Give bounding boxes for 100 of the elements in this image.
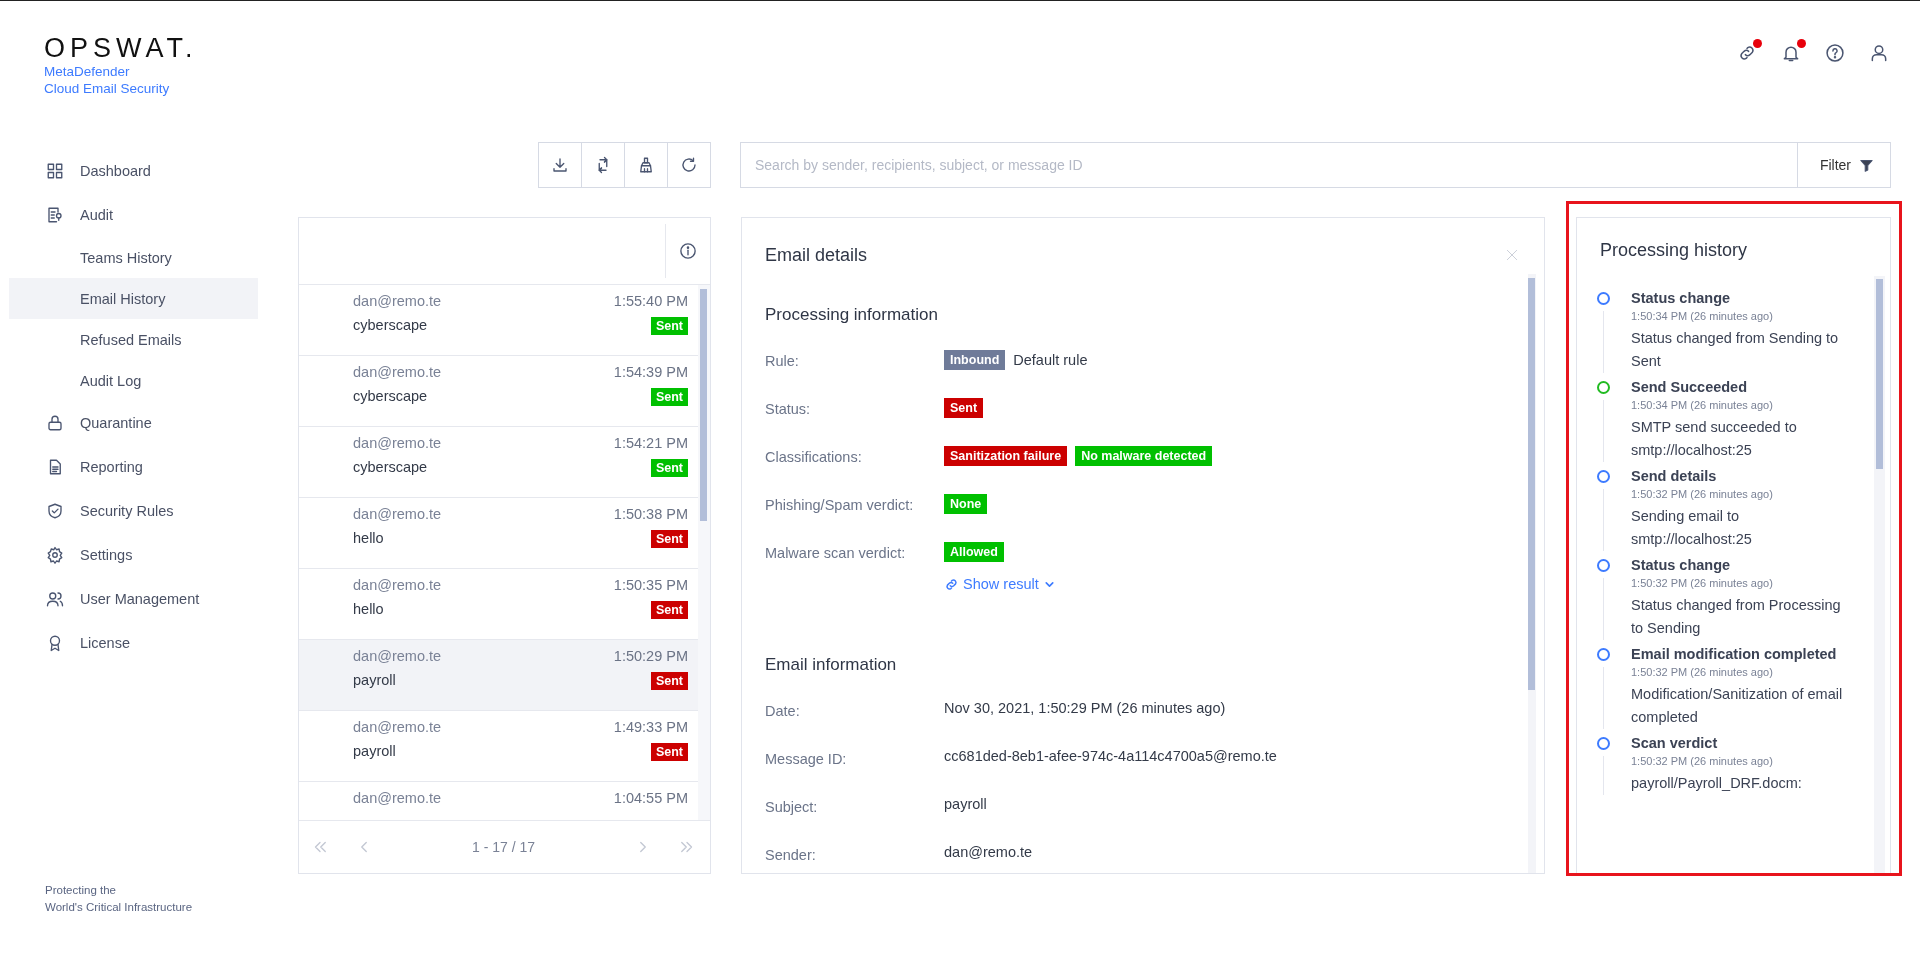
event-time: 1:50:32 PM (26 minutes ago): [1631, 754, 1774, 769]
received-time: 1:55:40 PM: [613, 293, 688, 309]
status-tag: Sent: [650, 743, 688, 761]
status-tag: Sent: [650, 459, 688, 477]
panel-title: Email details: [765, 244, 868, 266]
section-heading: Email information: [765, 655, 898, 675]
received-time: 1:50:35 PM: [613, 577, 688, 593]
field-label: Rule:: [765, 352, 800, 370]
sender-address: dan@remo.te: [353, 790, 443, 806]
event-time: 1:50:32 PM (26 minutes ago): [1631, 665, 1774, 680]
sync-button[interactable]: [581, 142, 625, 188]
received-time: 1:49:33 PM: [613, 719, 688, 735]
field-label: Subject:: [765, 798, 819, 815]
received-time: 1:04:55 PM: [613, 790, 688, 806]
link-icon[interactable]: [1737, 43, 1757, 63]
status-tag: Sent: [650, 672, 688, 690]
gear-icon: [46, 546, 64, 564]
nav-item[interactable]: Settings: [0, 533, 133, 577]
info-icon[interactable]: [679, 242, 697, 260]
help-icon[interactable]: [1825, 43, 1845, 63]
event-title: Status change: [1631, 556, 1732, 575]
link-icon: [944, 576, 959, 592]
event-description: Status changed from Sending to Sent: [1631, 329, 1840, 371]
status-tag: Sanitization failure: [944, 446, 1068, 466]
nav-item[interactable]: Reporting: [0, 445, 143, 489]
broom-icon: [637, 156, 655, 174]
status-tag: No malware detected: [1075, 446, 1213, 466]
tagline: Protecting the: [45, 883, 116, 898]
lock-icon: [46, 414, 64, 432]
event-title: Status change: [1631, 289, 1732, 308]
event-time: 1:50:32 PM (26 minutes ago): [1631, 576, 1774, 591]
sender-address: dan@remo.te: [353, 293, 443, 309]
event-description: SMTP send succeeded to smtp://localhost:25: [1631, 418, 1798, 460]
received-time: 1:54:39 PM: [613, 364, 688, 380]
nav-item[interactable]: User Management: [0, 577, 200, 621]
email-subject: cyberscape: [353, 317, 429, 335]
search-field[interactable]: Search by sender, recipients, subject, or message ID Filter: [740, 142, 1891, 188]
email-list-item[interactable]: dan@remo.te 1:49:33 PM payroll Sent: [299, 711, 698, 782]
event-description: Sending email to smtp://localhost:25: [1631, 507, 1753, 549]
status-tag: Inbound: [944, 350, 1006, 370]
event-time: 1:50:34 PM (26 minutes ago): [1631, 309, 1774, 324]
broom-button[interactable]: [624, 142, 668, 188]
email-list-item[interactable]: dan@remo.te 1:54:21 PM cyberscape Sent: [299, 427, 698, 498]
email-list-item[interactable]: dan@remo.te 1:50:38 PM hello Sent: [299, 498, 698, 569]
nav-subitem[interactable]: Email History: [9, 278, 258, 319]
user-icon[interactable]: [1869, 43, 1889, 63]
field-label: Classifications:: [765, 448, 863, 466]
filter-icon: [1859, 157, 1874, 173]
received-time: 1:50:38 PM: [613, 506, 688, 522]
field-label: Sender:: [765, 846, 817, 863]
download-button[interactable]: [538, 142, 582, 188]
nav-subitem[interactable]: Audit Log: [9, 360, 258, 401]
sender-address: dan@remo.te: [353, 719, 443, 735]
event-time: 1:50:34 PM (26 minutes ago): [1631, 398, 1774, 413]
bell-icon[interactable]: [1781, 43, 1801, 63]
field-label: Malware scan verdict:: [765, 544, 907, 563]
email-list-item[interactable]: dan@remo.te 1:50:29 PM payroll Sent: [299, 640, 698, 711]
status-tag: Sent: [650, 530, 688, 548]
nav-item[interactable]: Dashboard: [0, 149, 151, 193]
event-title: Send details: [1631, 467, 1718, 486]
product-name: MetaDefender: [44, 63, 130, 80]
event-time: 1:50:32 PM (26 minutes ago): [1631, 487, 1774, 502]
sender-address: dan@remo.te: [353, 648, 443, 664]
status-tag: Sent: [650, 317, 688, 335]
nav-item[interactable]: License: [0, 621, 130, 665]
email-subject: hello: [353, 601, 385, 619]
show-result-link[interactable]: Show result: [944, 576, 1505, 592]
refresh-button[interactable]: [667, 142, 711, 188]
sender-address: dan@remo.te: [353, 435, 443, 451]
received-time: 1:54:21 PM: [613, 435, 688, 451]
email-list-item[interactable]: dan@remo.te 1:54:39 PM cyberscape Sent: [299, 356, 698, 427]
email-subject: cyberscape: [353, 459, 429, 477]
nav-subitem[interactable]: Refused Emails: [9, 319, 258, 360]
section-heading: Processing information: [765, 305, 939, 325]
shield-check-icon: [46, 502, 64, 520]
field-label: Date:: [765, 702, 801, 719]
nav-subitem[interactable]: Teams History: [9, 237, 258, 278]
field-value: payroll: [944, 796, 987, 812]
sender-address: dan@remo.te: [353, 577, 443, 593]
email-subject: payroll: [353, 743, 397, 761]
event-description: Status changed from Processing to Sending: [1631, 596, 1842, 638]
download-icon: [551, 156, 569, 174]
users-icon: [46, 590, 64, 608]
page-range: 1 - 17 / 17: [471, 839, 535, 855]
refresh-icon: [680, 156, 698, 174]
status-tag: Allowed: [944, 542, 1004, 562]
nav-item[interactable]: Security Rules: [0, 489, 174, 533]
nav-item[interactable]: Quarantine: [0, 401, 152, 445]
sender-address: dan@remo.te: [353, 364, 443, 380]
event-title: Email modification completed: [1631, 645, 1838, 664]
document-search-icon: [46, 206, 64, 224]
grid-icon: [46, 162, 64, 180]
status-tag: None: [944, 494, 988, 514]
status-tag: Sent: [944, 398, 984, 418]
email-list-item[interactable]: dan@remo.te 1:55:40 PM cyberscape Sent: [299, 285, 698, 356]
field-value: Default rule: [1013, 352, 1088, 368]
field-value: cc681ded-8eb1-afee-974c-4a114c4700a5@remo.te: [944, 748, 1277, 764]
nav-item[interactable]: Audit: [0, 193, 114, 237]
field-label: Status:: [765, 400, 812, 418]
field-label: Message ID:: [765, 750, 848, 767]
